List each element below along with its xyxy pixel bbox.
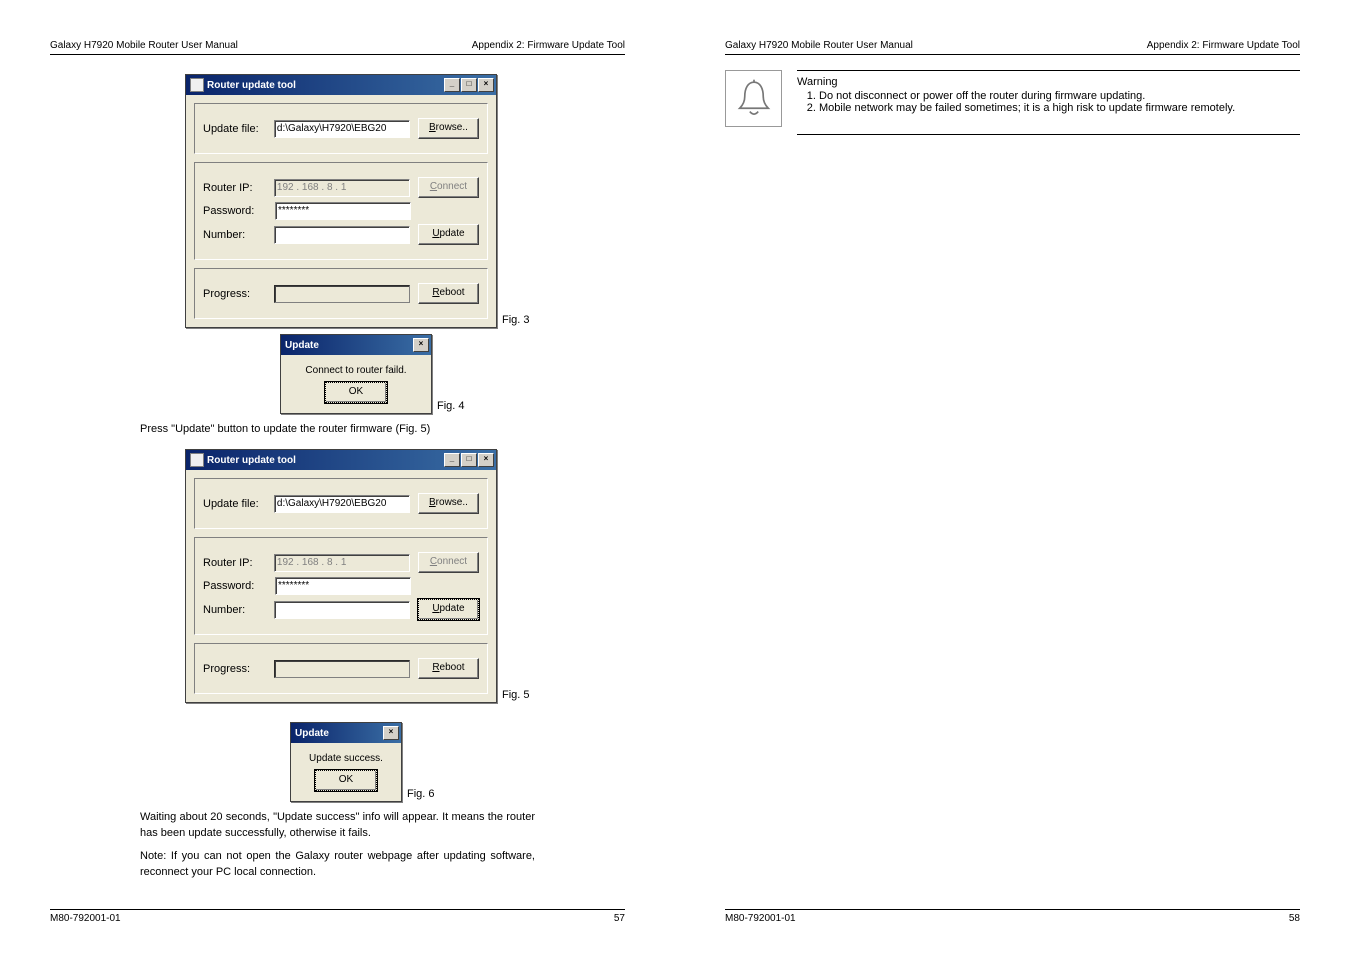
router-ip-input[interactable]: 192 . 168 . 8 . 1 (274, 554, 410, 572)
close-button[interactable]: × (383, 726, 399, 740)
msgbox-title: Update (295, 728, 382, 739)
press-update-text: Press "Update" button to update the rout… (140, 422, 535, 437)
page-58: Galaxy H7920 Mobile Router User Manual A… (675, 0, 1350, 954)
note-text: Note: If you can not open the Galaxy rou… (140, 849, 535, 880)
title-text: Router update tool (207, 455, 443, 466)
footer-page: 58 (1289, 913, 1300, 924)
connect-button[interactable]: Connect (418, 177, 479, 198)
update-file-label: Update file: (203, 123, 274, 135)
ok-button[interactable]: OK (325, 382, 387, 403)
header-left: Galaxy H7920 Mobile Router User Manual (725, 40, 913, 51)
warning-item: Mobile network may be failed sometimes; … (819, 102, 1300, 114)
fig6-label: Fig. 6 (407, 788, 435, 800)
msgbox-title: Update (285, 340, 412, 351)
warning-item: Do not disconnect or power off the route… (819, 90, 1300, 102)
close-button[interactable]: × (478, 78, 494, 92)
titlebar[interactable]: Router update tool _ □ × (186, 450, 496, 470)
bell-icon (725, 70, 782, 127)
warning-list: Do not disconnect or power off the route… (797, 90, 1300, 114)
page-header: Galaxy H7920 Mobile Router User Manual A… (50, 40, 625, 55)
number-label: Number: (203, 604, 274, 616)
close-button[interactable]: × (478, 453, 494, 467)
fig3-label: Fig. 3 (502, 314, 530, 326)
titlebar[interactable]: Router update tool _ □ × (186, 75, 496, 95)
number-label: Number: (203, 229, 274, 241)
progress-label: Progress: (203, 288, 274, 300)
connect-button[interactable]: Connect (418, 552, 479, 573)
page-57: Galaxy H7920 Mobile Router User Manual A… (0, 0, 675, 954)
footer-code: M80-792001-01 (725, 913, 796, 924)
page-header: Galaxy H7920 Mobile Router User Manual A… (725, 40, 1300, 55)
update-success-msgbox: Update × Update success. OK (290, 722, 402, 802)
router-update-dialog-fig3: Router update tool _ □ × Update file: d:… (185, 74, 497, 328)
update-file-label: Update file: (203, 498, 274, 510)
warning-title: Warning (797, 76, 1300, 88)
progress-label: Progress: (203, 663, 274, 675)
titlebar[interactable]: Update × (291, 723, 401, 743)
warning-block: Warning Do not disconnect or power off t… (725, 70, 1300, 135)
app-icon (190, 78, 204, 92)
fig5-label: Fig. 5 (502, 689, 530, 701)
password-label: Password: (203, 580, 275, 592)
password-input[interactable]: ******** (275, 577, 411, 595)
page-footer: M80-792001-01 57 (50, 909, 625, 924)
router-ip-label: Router IP: (203, 557, 274, 569)
close-button[interactable]: × (413, 338, 429, 352)
update-file-input[interactable]: d:\Galaxy\H7920\EBG20 (274, 120, 410, 138)
header-right: Appendix 2: Firmware Update Tool (472, 40, 625, 51)
footer-page: 57 (614, 913, 625, 924)
header-right: Appendix 2: Firmware Update Tool (1147, 40, 1300, 51)
fig4-label: Fig. 4 (437, 400, 465, 412)
update-button[interactable]: Update (418, 599, 479, 620)
footer-code: M80-792001-01 (50, 913, 121, 924)
header-left: Galaxy H7920 Mobile Router User Manual (50, 40, 238, 51)
number-input[interactable] (274, 226, 410, 244)
router-update-dialog-fig5: Router update tool _ □ × Update file: d:… (185, 449, 497, 703)
progress-bar (274, 660, 410, 678)
router-ip-input[interactable]: 192 . 168 . 8 . 1 (274, 179, 410, 197)
browse-button[interactable]: Browse.. (418, 493, 479, 514)
router-ip-label: Router IP: (203, 182, 274, 194)
minimize-button[interactable]: _ (444, 78, 460, 92)
waiting-text: Waiting about 20 seconds, "Update succes… (140, 810, 535, 841)
reboot-button[interactable]: Reboot (418, 658, 479, 679)
ok-button[interactable]: OK (315, 770, 377, 791)
app-icon (190, 453, 204, 467)
minimize-button[interactable]: _ (444, 453, 460, 467)
progress-bar (274, 285, 410, 303)
number-input[interactable] (274, 601, 410, 619)
update-file-input[interactable]: d:\Galaxy\H7920\EBG20 (274, 495, 410, 513)
page-footer: M80-792001-01 58 (725, 909, 1300, 924)
maximize-button[interactable]: □ (461, 453, 477, 467)
reboot-button[interactable]: Reboot (418, 283, 479, 304)
browse-button[interactable]: Browse.. (418, 118, 479, 139)
password-input[interactable]: ******** (275, 202, 411, 220)
maximize-button[interactable]: □ (461, 78, 477, 92)
msgbox-text: Connect to router faild. (291, 365, 421, 376)
update-button[interactable]: Update (418, 224, 479, 245)
title-text: Router update tool (207, 80, 443, 91)
msgbox-text: Update success. (301, 753, 391, 764)
update-fail-msgbox: Update × Connect to router faild. OK (280, 334, 432, 414)
password-label: Password: (203, 205, 275, 217)
titlebar[interactable]: Update × (281, 335, 431, 355)
